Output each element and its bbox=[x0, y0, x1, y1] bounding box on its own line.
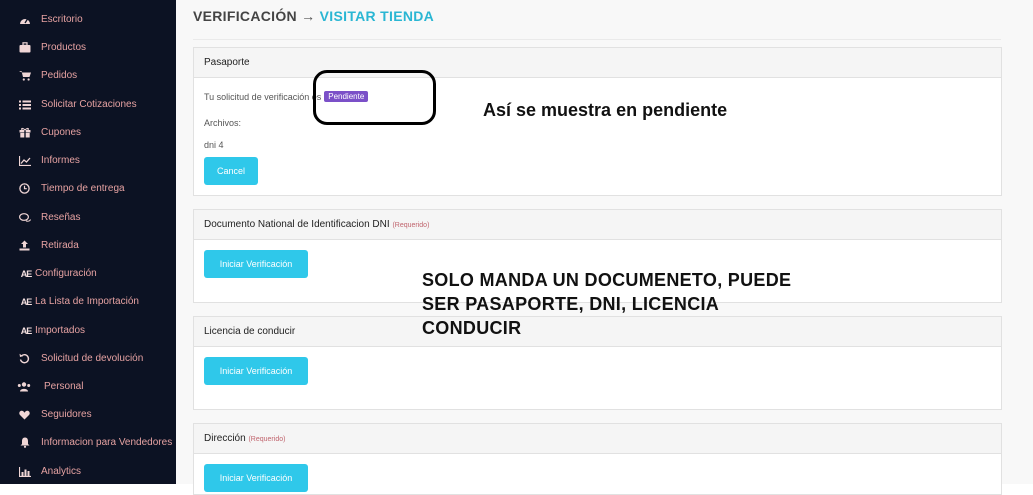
title-divider bbox=[193, 39, 1001, 40]
sidebar-item-cupones[interactable]: Cupones bbox=[0, 121, 176, 145]
sidebar-item-analytics[interactable]: Analytics bbox=[0, 460, 176, 484]
sidebar-item-informes[interactable]: Informes bbox=[0, 149, 176, 173]
passport-panel-title: Pasaporte bbox=[194, 48, 1001, 78]
sidebar-item-seguidores[interactable]: Seguidores bbox=[0, 403, 176, 427]
address-title-text: Dirección bbox=[204, 433, 246, 444]
bell-icon bbox=[18, 436, 31, 449]
sidebar-item-label: Solicitar Cotizaciones bbox=[41, 99, 137, 110]
sidebar-item-solicitud-de-devolucion[interactable]: Solicitud de devolución bbox=[0, 347, 176, 371]
sidebar-item-label: Productos bbox=[41, 42, 87, 53]
cancel-button[interactable]: Cancel bbox=[204, 157, 258, 185]
comments-icon bbox=[18, 211, 31, 224]
highlight-oval bbox=[313, 70, 436, 125]
address-panel-title: Dirección (Requerido) bbox=[194, 424, 1001, 454]
sidebar-item-label: Escritorio bbox=[41, 14, 83, 25]
sidebar-item-escritorio[interactable]: Escritorio bbox=[0, 8, 176, 32]
files-label: Archivos: bbox=[204, 118, 242, 128]
sidebar-item-lista-de-importacion[interactable]: AE La Lista de Importación bbox=[0, 290, 176, 314]
ae-icon: AE bbox=[20, 296, 33, 307]
page-title-text: VERIFICACIÓN bbox=[193, 8, 297, 24]
dashboard-icon bbox=[18, 13, 31, 26]
clock-icon bbox=[18, 182, 31, 195]
users-icon bbox=[16, 380, 32, 393]
chart-icon bbox=[18, 154, 31, 167]
required-label: (Requerido) bbox=[392, 222, 430, 229]
sidebar-item-tiempo-de-entrega[interactable]: Tiempo de entrega bbox=[0, 177, 176, 201]
verification-status-text: Tu solicitud de verificación es bbox=[204, 92, 322, 102]
document-note-line: SER PASAPORTE, DNI, LICENCIA bbox=[422, 294, 720, 314]
sidebar-item-label: Tiempo de entrega bbox=[41, 183, 125, 194]
heart-icon bbox=[18, 408, 31, 421]
dni-title-text: Documento National de Identificacion DNI bbox=[204, 219, 390, 230]
file-name: dni 4 bbox=[204, 140, 224, 150]
page-title: VERIFICACIÓN → VISITAR TIENDA bbox=[193, 8, 434, 24]
sidebar-item-solicitar-cotizaciones[interactable]: Solicitar Cotizaciones bbox=[0, 93, 176, 117]
sidebar-item-label: Personal bbox=[44, 381, 84, 392]
start-verification-address-button[interactable]: Iniciar Verificación bbox=[204, 464, 308, 492]
ae-icon: AE bbox=[20, 268, 33, 279]
sidebar-item-label: Importados bbox=[35, 325, 86, 336]
required-label: (Requerido) bbox=[248, 436, 286, 443]
sidebar-item-label: Retirada bbox=[41, 240, 79, 251]
sidebar-item-label: Pedidos bbox=[41, 70, 78, 81]
visit-store-link[interactable]: VISITAR TIENDA bbox=[320, 8, 434, 24]
sidebar-item-label: Seguidores bbox=[41, 409, 92, 420]
undo-icon bbox=[18, 352, 31, 365]
sidebar-item-pedidos[interactable]: Pedidos bbox=[0, 64, 176, 88]
document-note: SOLO MANDA UN DOCUMENETO, PUEDE SER PASA… bbox=[422, 268, 791, 340]
sidebar-item-retirada[interactable]: Retirada bbox=[0, 234, 176, 258]
list-icon bbox=[18, 98, 31, 111]
passport-panel: Pasaporte Tu solicitud de verificación e… bbox=[193, 47, 1002, 196]
briefcase-icon bbox=[18, 41, 31, 54]
start-verification-license-button[interactable]: Iniciar Verificación bbox=[204, 357, 308, 385]
sidebar-item-label: Solicitud de devolución bbox=[41, 353, 144, 364]
sidebar-item-label: Informacion para Vendedores bbox=[41, 437, 173, 448]
gift-icon bbox=[18, 126, 31, 139]
sidebar-item-resenas[interactable]: Reseñas bbox=[0, 206, 176, 230]
sidebar-item-label: La Lista de Importación bbox=[35, 296, 139, 307]
upload-icon bbox=[18, 239, 31, 252]
sidebar-item-productos[interactable]: Productos bbox=[0, 36, 176, 60]
ae-icon: AE bbox=[20, 325, 33, 336]
dni-panel-title: Documento National de Identificacion DNI… bbox=[194, 210, 1001, 240]
sidebar-item-label: Cupones bbox=[41, 127, 82, 138]
sidebar-item-configuracion[interactable]: AE Configuración bbox=[0, 262, 176, 286]
bar-chart-icon bbox=[18, 465, 31, 478]
cart-icon bbox=[18, 69, 31, 82]
pending-note: Así se muestra en pendiente bbox=[483, 100, 728, 120]
sidebar-item-label: Reseñas bbox=[41, 212, 81, 223]
sidebar-item-label: Informes bbox=[41, 155, 80, 166]
sidebar-item-label: Analytics bbox=[41, 466, 82, 477]
sidebar-item-informacion-para-vendedores[interactable]: Informacion para Vendedores bbox=[0, 431, 176, 455]
sidebar-item-label: Configuración bbox=[35, 268, 97, 279]
document-note-line: CONDUCIR bbox=[422, 318, 522, 338]
address-panel: Dirección (Requerido) Iniciar Verificaci… bbox=[193, 423, 1002, 495]
main-content: VERIFICACIÓN → VISITAR TIENDA Pasaporte … bbox=[176, 0, 1033, 495]
sidebar: Escritorio Productos Pedidos Solicitar C… bbox=[0, 0, 176, 484]
document-note-line: SOLO MANDA UN DOCUMENETO, PUEDE bbox=[422, 270, 792, 290]
start-verification-dni-button[interactable]: Iniciar Verificación bbox=[204, 250, 308, 278]
arrow-icon: → bbox=[301, 8, 316, 24]
sidebar-item-personal[interactable]: Personal bbox=[0, 375, 176, 399]
sidebar-item-importados[interactable]: AE Importados bbox=[0, 319, 176, 343]
